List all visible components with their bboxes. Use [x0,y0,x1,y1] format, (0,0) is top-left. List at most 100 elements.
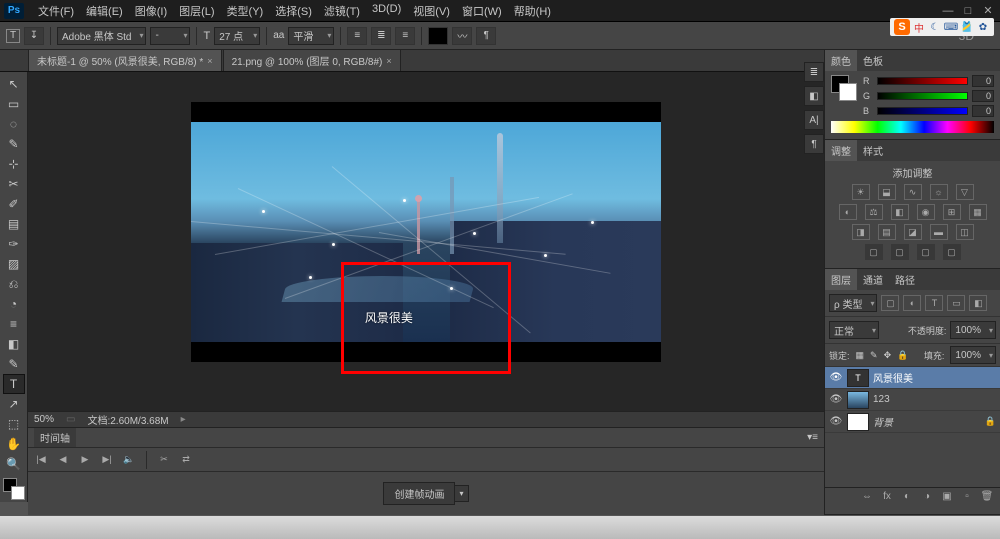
ime-keyboard-icon[interactable]: ⌨ [944,20,958,34]
dodge-tool[interactable]: ◧ [3,334,25,354]
new-group-icon[interactable]: ▣ [940,491,954,502]
menu-3d[interactable]: 3D(D) [366,1,407,21]
adj-brightness-icon[interactable]: ☀ [852,184,870,200]
hand-tool[interactable]: ✋ [3,434,25,454]
font-family-dropdown[interactable]: Adobe 黑体 Std [57,27,146,45]
menu-select[interactable]: 选择(S) [269,1,318,21]
close-button[interactable]: ✕ [980,4,996,18]
adj-lookup-icon[interactable]: ▦ [969,204,987,220]
blur-tool[interactable]: ≡ [3,314,25,334]
blend-mode-dropdown[interactable]: 正常 [829,321,879,339]
tl-split-icon[interactable]: ✂ [157,453,171,467]
ime-moon-icon[interactable]: ☾ [928,20,942,34]
align-right-icon[interactable]: ≡ [395,27,415,45]
tl-next-icon[interactable]: ▶| [100,453,114,467]
menu-edit[interactable]: 编辑(E) [80,1,129,21]
ime-gear-icon[interactable]: ✿ [976,20,990,34]
adj-preset-4[interactable]: ▢ [943,244,961,260]
canvas-area[interactable]: 风景很美 [28,72,824,411]
tl-transition-icon[interactable]: ⇄ [179,453,193,467]
adj-threshold-icon[interactable]: ◪ [904,224,922,240]
layer-visibility-icon[interactable]: 👁 [829,416,843,427]
paths-tab[interactable]: 路径 [889,269,921,290]
channels-tab[interactable]: 通道 [857,269,889,290]
adj-invert-icon[interactable]: ◨ [852,224,870,240]
r-slider[interactable] [877,77,968,85]
swatches-tab[interactable]: 色板 [857,50,889,71]
filter-adj-icon[interactable]: ◐ [903,295,921,311]
menu-layer[interactable]: 图层(L) [173,1,220,21]
timeline-tab[interactable]: 时间轴 [34,428,76,447]
font-style-dropdown[interactable]: - [150,27,190,45]
tl-prev-icon[interactable]: ◀ [56,453,70,467]
g-value[interactable]: 0 [972,90,994,102]
maximize-button[interactable]: □ [960,4,976,18]
char-panel-icon[interactable]: ¶ [476,27,496,45]
b-value[interactable]: 0 [972,105,994,117]
menu-window[interactable]: 窗口(W) [456,1,508,21]
filter-smart-icon[interactable]: ◧ [969,295,987,311]
font-size-dropdown[interactable]: 27 点 [214,27,260,45]
pen-tool[interactable]: ✎ [3,354,25,374]
link-layers-icon[interactable]: ⇔ [860,491,874,502]
fill-dropdown[interactable]: 100% [950,346,996,364]
adj-balance-icon[interactable]: ⚖ [865,204,883,220]
ime-cn-icon[interactable]: 中 [912,20,926,34]
tl-first-icon[interactable]: |◀ [34,453,48,467]
tab-doc-2-close-icon[interactable]: × [386,56,391,66]
r-value[interactable]: 0 [972,75,994,87]
background-swatch[interactable] [11,486,25,500]
text-color-swatch[interactable] [428,27,448,45]
layer-row-img[interactable]: 👁 123 [825,389,1000,411]
styles-tab[interactable]: 样式 [857,140,889,161]
warp-text-icon[interactable]: 〰 [452,27,472,45]
marquee-tool[interactable]: ▭ [3,94,25,114]
layer-fx-icon[interactable]: fx [880,491,894,502]
color-swatch-tool[interactable] [3,478,25,500]
text-orient-icon[interactable]: ↧ [24,27,44,45]
ime-s-icon[interactable]: S [894,19,910,35]
adj-photo-icon[interactable]: ◉ [917,204,935,220]
lock-pixel-icon[interactable]: ✎ [870,350,878,361]
opacity-dropdown[interactable]: 100% [950,321,996,339]
layer-mask-icon[interactable]: ◐ [900,491,914,502]
lock-all-icon[interactable]: 🔒 [897,350,908,361]
adj-selective-icon[interactable]: ◫ [956,224,974,240]
layer-name-1[interactable]: 123 [873,394,890,405]
tl-play-icon[interactable]: ▶ [78,453,92,467]
create-frame-anim-button[interactable]: 创建帧动画 [383,482,455,505]
adj-curves-icon[interactable]: ∿ [904,184,922,200]
crop-tool[interactable]: ⊹ [3,154,25,174]
lasso-tool[interactable]: ◌ [3,114,25,134]
antialias-dropdown[interactable]: 平滑 [288,27,334,45]
delete-layer-icon[interactable]: 🗑 [980,491,994,502]
g-slider[interactable] [877,92,968,100]
shape-tool[interactable]: ⬚ [3,414,25,434]
color-spectrum[interactable] [831,121,994,133]
menu-image[interactable]: 图像(I) [129,1,173,21]
adj-hue-icon[interactable]: ◐ [839,204,857,220]
eraser-tool[interactable]: ⎌ [3,274,25,294]
new-adjust-icon[interactable]: ◑ [920,491,934,502]
new-layer-icon[interactable]: ▫ [960,491,974,502]
adjust-tab[interactable]: 调整 [825,140,857,161]
tool-preset-icon[interactable]: T [6,29,20,43]
adj-preset-2[interactable]: ▢ [891,244,909,260]
adj-preset-1[interactable]: ▢ [865,244,883,260]
zoom-level[interactable]: 50% [34,414,54,425]
move-tool[interactable]: ↖ [3,74,25,94]
menu-help[interactable]: 帮助(H) [508,1,557,21]
menu-file[interactable]: 文件(F) [32,1,80,21]
adj-gradient-icon[interactable]: ▬ [930,224,948,240]
properties-dock-icon[interactable]: ◧ [804,86,824,106]
eyedropper-tool[interactable]: ✂ [3,174,25,194]
paragraph-dock-icon[interactable]: ¶ [804,134,824,154]
character-dock-icon[interactable]: A| [804,110,824,130]
adj-posterize-icon[interactable]: ▤ [878,224,896,240]
tab-doc-1-close-icon[interactable]: × [207,56,212,66]
history-brush-tool[interactable]: ▨ [3,254,25,274]
history-dock-icon[interactable]: ≣ [804,62,824,82]
lock-trans-icon[interactable]: ▦ [856,350,865,361]
adj-levels-icon[interactable]: ⬓ [878,184,896,200]
filter-type-icon[interactable]: T [925,295,943,311]
